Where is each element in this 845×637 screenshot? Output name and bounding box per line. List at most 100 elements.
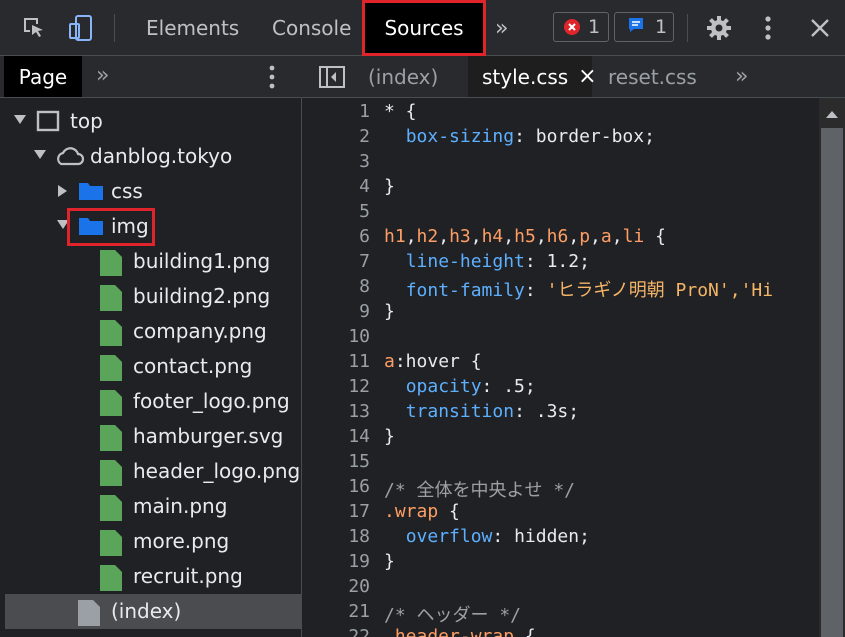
tree-item-file[interactable]: recruit.png [5, 559, 301, 594]
code-editor[interactable]: 1 * {2 box-sizing: border-box; 3 4} 5 6 h1,h2,… [302, 98, 819, 637]
tab-sources[interactable]: Sources [362, 0, 486, 56]
code-line[interactable]: .wrap { [384, 501, 460, 522]
more-tabs-button[interactable]: » [495, 0, 508, 56]
code-token: .header-wrap [384, 626, 515, 637]
tree-label: main.png [133, 494, 228, 518]
collapse-arrow-icon[interactable] [14, 115, 26, 124]
navigator-menu-icon[interactable] [268, 64, 276, 94]
line-number[interactable]: 17 [302, 501, 370, 522]
line-number[interactable]: 6 [302, 226, 370, 247]
line-number[interactable]: 9 [302, 301, 370, 322]
code-token: a [384, 351, 395, 372]
close-devtools-icon[interactable] [806, 14, 834, 42]
line-number[interactable]: 4 [302, 176, 370, 197]
code-token: h5 [514, 226, 536, 247]
tree-item-file[interactable]: hamburger.svg [5, 419, 301, 454]
tree-item-file[interactable]: company.png [5, 314, 301, 349]
code-line[interactable]: overflow: hidden; [384, 526, 590, 547]
toggle-navigator-icon[interactable] [318, 65, 346, 93]
code-token: : [524, 280, 547, 301]
code-line[interactable]: } [384, 301, 395, 322]
code-line[interactable]: } [384, 176, 395, 197]
navigator-more-button[interactable]: » [96, 63, 109, 88]
tree-item-folder-img[interactable]: img [5, 208, 301, 246]
line-number[interactable]: 8 [302, 276, 370, 297]
editor-scrollbar[interactable] [819, 98, 845, 637]
editor-tab-index[interactable]: (index) [368, 56, 438, 97]
code-line[interactable]: /* ヘッダー */ [384, 601, 521, 627]
line-number[interactable]: 13 [302, 401, 370, 422]
collapse-arrow-icon[interactable] [34, 150, 46, 159]
line-number[interactable]: 20 [302, 576, 370, 597]
tree-item-file[interactable]: more.png [5, 524, 301, 559]
editor-more-tabs-button[interactable]: » [735, 56, 748, 97]
code-line[interactable]: transition: .3s; [384, 401, 579, 422]
code-line[interactable]: h1,h2,h3,h4,h5,h6,p,a,li { [384, 226, 666, 247]
tree-label: header_logo.png [133, 459, 301, 483]
messages-badge[interactable]: 1 [614, 12, 674, 42]
code-line[interactable]: box-sizing: border-box; [384, 126, 655, 147]
tree-item-domain[interactable]: danblog.tokyo [5, 139, 301, 174]
tree-label: footer_logo.png [133, 389, 290, 413]
code-token: { [459, 351, 482, 372]
tree-item-file[interactable]: building1.png [5, 244, 301, 279]
code-token: , [470, 226, 482, 247]
line-number[interactable]: 19 [302, 551, 370, 572]
settings-gear-icon[interactable] [705, 14, 733, 42]
line-number[interactable]: 18 [302, 526, 370, 547]
line-number[interactable]: 11 [302, 351, 370, 372]
tree-item-file[interactable]: contact.png [5, 349, 301, 384]
tree-item-file[interactable]: main.png [5, 489, 301, 524]
device-toolbar-icon[interactable] [67, 14, 95, 42]
expand-arrow-icon[interactable] [58, 185, 67, 197]
line-number[interactable]: 15 [302, 451, 370, 472]
line-number[interactable]: 3 [302, 151, 370, 172]
line-number[interactable]: 1 [302, 101, 370, 122]
line-number[interactable]: 5 [302, 201, 370, 222]
code-line[interactable]: a:hover { [384, 351, 482, 372]
tree-item-folder-css[interactable]: css [5, 174, 301, 209]
line-number[interactable]: 22 [302, 626, 370, 637]
code-line[interactable]: } [384, 551, 395, 572]
line-number[interactable]: 14 [302, 426, 370, 447]
frame-icon [36, 110, 60, 137]
code-line[interactable]: font-family: 'ヒラギノ明朝 ProN','Hi [384, 276, 773, 302]
scroll-up-arrow-icon[interactable] [819, 104, 845, 124]
tree-item-file[interactable]: header_logo.png [5, 454, 301, 489]
code-line[interactable]: .header-wrap { [384, 626, 536, 637]
tree-item-file[interactable]: footer_logo.png [5, 384, 301, 419]
line-number[interactable]: 16 [302, 476, 370, 497]
code-token: p [579, 226, 591, 247]
code-token: , [568, 226, 580, 247]
editor-tab-reset-css[interactable]: reset.css [608, 56, 697, 97]
more-options-icon[interactable] [754, 14, 782, 42]
line-number[interactable]: 12 [302, 376, 370, 397]
code-line[interactable]: line-height: 1.2; [384, 251, 590, 272]
line-number[interactable]: 7 [302, 251, 370, 272]
line-number[interactable]: 2 [302, 126, 370, 147]
tree-item-index-document[interactable]: (index) [5, 594, 301, 629]
tab-page[interactable]: Page [4, 56, 82, 97]
code-token: a [600, 226, 612, 247]
code-line[interactable]: } [384, 426, 395, 447]
code-line[interactable]: * { [384, 101, 417, 122]
line-number[interactable]: 21 [302, 601, 370, 622]
line-number[interactable]: 10 [302, 326, 370, 347]
code-token: } [384, 426, 395, 447]
tree-item-file[interactable]: building2.png [5, 279, 301, 314]
tree-label: css [111, 179, 143, 203]
code-token: : hidden; [492, 526, 590, 547]
tree-item-top[interactable]: top [5, 104, 301, 139]
scrollbar-thumb[interactable] [821, 128, 843, 637]
code-token: { [644, 226, 666, 247]
close-tab-icon[interactable]: × [578, 64, 596, 89]
tab-console[interactable]: Console [272, 0, 351, 56]
code-line[interactable]: opacity: .5; [384, 376, 536, 397]
tab-elements[interactable]: Elements [146, 0, 239, 56]
inspect-element-icon[interactable] [20, 14, 48, 42]
code-line[interactable]: /* 全体を中央よせ */ [384, 476, 575, 502]
errors-badge[interactable]: 1 [553, 12, 609, 42]
editor-tab-style-css[interactable]: style.css × [468, 56, 597, 97]
